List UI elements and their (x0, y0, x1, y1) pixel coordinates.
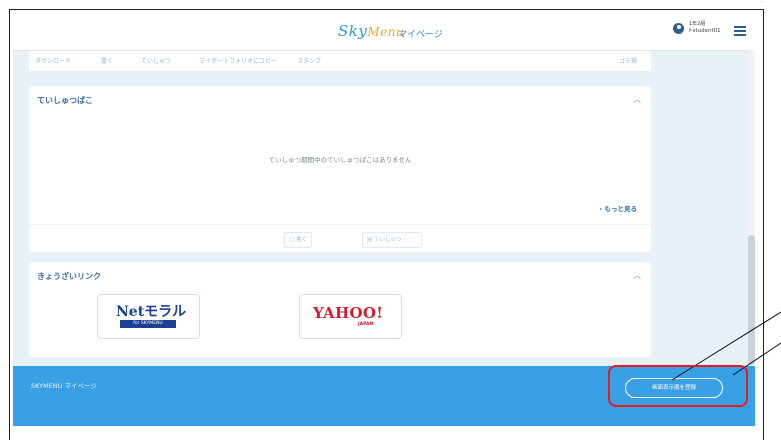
hamburger-menu-icon[interactable] (734, 26, 746, 36)
write-button[interactable]: ▢ 書く (284, 232, 312, 248)
corner-mark: ⁻ (760, 0, 764, 7)
user-icon[interactable] (673, 23, 684, 34)
yahoo-logo: YAHOO! (313, 304, 384, 322)
empty-message: ていしゅつ期間中のていしゅつばこはありません (268, 156, 412, 164)
netmoral-logo: Netモラル (116, 304, 187, 320)
highlight-box (608, 365, 748, 407)
netmoral-link[interactable]: Netモラル for SKYMENU (97, 294, 200, 339)
submit-button[interactable]: ▤ ていしゅつ (362, 232, 422, 248)
file-toolbar: ダウンロード 書く ていしゅつ マイポートフォリオにコピー スタンプ ゴミ箱 (29, 51, 651, 72)
toolbar-copy[interactable]: マイポートフォリオにコピー (199, 56, 277, 65)
toolbar-download[interactable]: ダウンロード (35, 56, 71, 65)
top-header: SkyMenu マイページ 1年2組 f-student01 (13, 14, 755, 51)
collapse-icon[interactable]: ︿ (633, 270, 641, 281)
toolbar-stamp[interactable]: スタンプ (297, 56, 321, 65)
more-link[interactable]: › もっと見る (600, 203, 637, 213)
collapse-icon[interactable]: ︿ (633, 94, 641, 105)
user-name: f-student01 (689, 28, 721, 34)
panel-title: ていしゅつばこ (37, 96, 93, 105)
mypage-label: マイページ (398, 30, 443, 40)
submission-box-panel: ていしゅつばこ ︿ ていしゅつ期間中のていしゅつばこはありません › もっと見る… (29, 86, 651, 252)
skymenu-logo: SkyMenu (338, 22, 405, 40)
scrollbar-thumb[interactable] (748, 235, 755, 365)
footer-title: SKYMENU マイページ (31, 382, 97, 390)
links-panel: きょうざいリンク ︿ Netモラル for SKYMENU YAHOO! JAP… (29, 262, 651, 357)
yahoo-link[interactable]: YAHOO! JAPAN (299, 294, 402, 339)
toolbar-write[interactable]: 書く (101, 56, 113, 65)
toolbar-trash[interactable]: ゴミ箱 (619, 56, 637, 65)
divider (29, 224, 651, 225)
yahoo-sub: JAPAN (358, 322, 374, 327)
netmoral-sub: for SKYMENU (120, 320, 176, 328)
toolbar-submit[interactable]: ていしゅつ (141, 56, 171, 65)
panel-title: きょうざいリンク (37, 272, 101, 281)
user-class: 1年2組 (689, 21, 706, 27)
scrollbar[interactable] (748, 50, 755, 370)
